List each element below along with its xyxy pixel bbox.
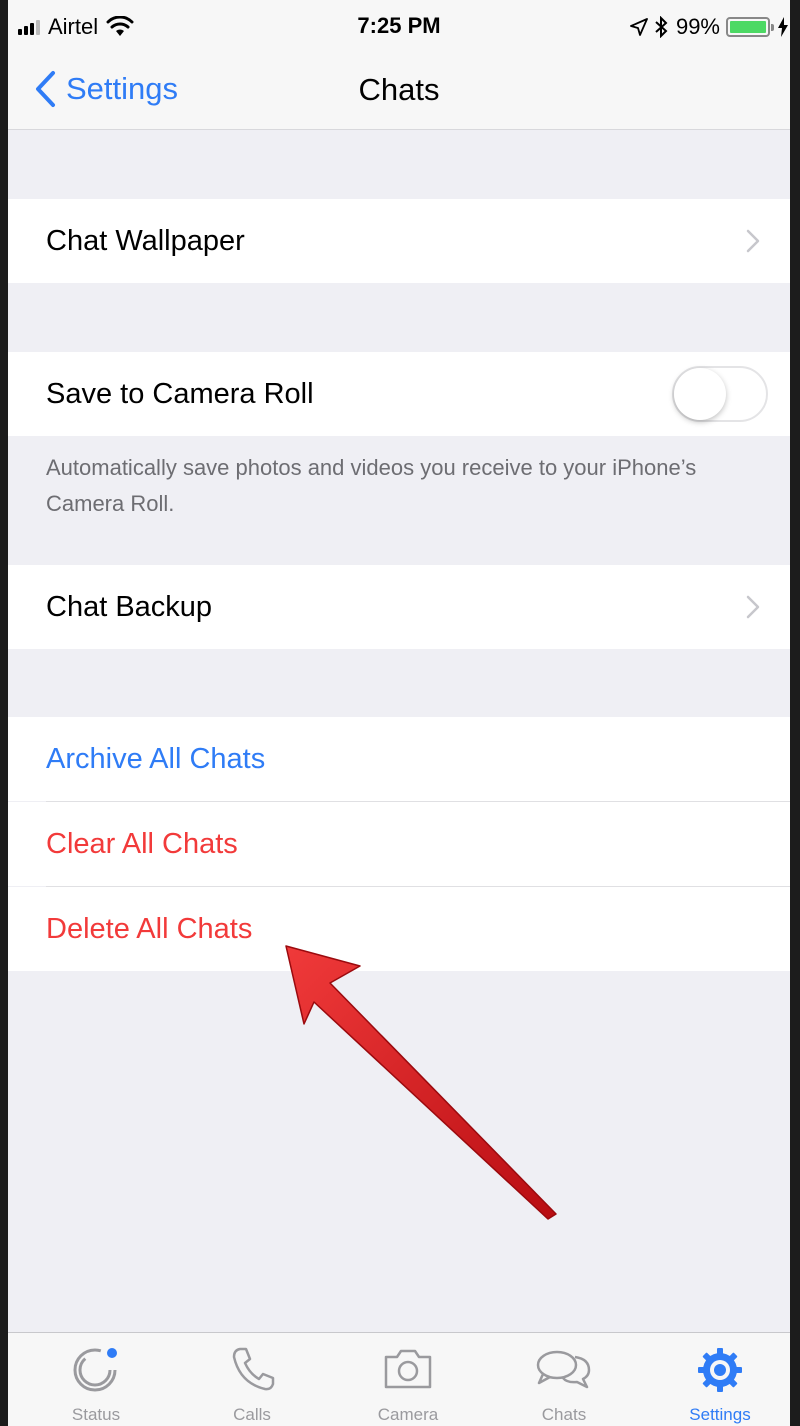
gear-icon <box>698 1348 742 1392</box>
location-arrow-icon <box>630 18 648 36</box>
tab-status-label: Status <box>71 1405 121 1424</box>
navigation-bar: Settings Chats <box>8 52 790 130</box>
tab-chats-label: Chats <box>541 1405 587 1424</box>
save-to-camera-roll-label: Save to Camera Roll <box>46 377 314 410</box>
chat-wallpaper-label: Chat Wallpaper <box>46 224 245 257</box>
chevron-right-icon <box>746 229 760 253</box>
delete-all-chats-button[interactable]: Delete All Chats <box>8 887 790 971</box>
tab-bar: Status Calls Camera Chats Settings <box>8 1332 790 1426</box>
archive-all-chats-label: Archive All Chats <box>46 742 266 775</box>
page-title: Chats <box>358 72 440 107</box>
bluetooth-icon <box>655 16 668 38</box>
camera-icon <box>384 1349 432 1389</box>
charging-bolt-icon <box>778 17 788 37</box>
chevron-right-icon <box>746 595 760 619</box>
camera-roll-description: Automatically save photos and videos you… <box>46 455 697 516</box>
phone-frame: Airtel 7:25 PM 99% Settings Chats Chat W… <box>0 0 800 1426</box>
clear-all-chats-label: Clear All Chats <box>46 827 238 860</box>
tab-status[interactable]: Status <box>18 1333 174 1426</box>
tab-camera-label: Camera <box>377 1405 439 1424</box>
clear-all-chats-button[interactable]: Clear All Chats <box>8 802 790 886</box>
archive-all-chats-button[interactable]: Archive All Chats <box>8 717 790 801</box>
tab-chats[interactable]: Chats <box>486 1333 642 1426</box>
chat-wallpaper-row[interactable]: Chat Wallpaper <box>8 199 790 283</box>
tab-calls[interactable]: Calls <box>174 1333 330 1426</box>
save-to-camera-roll-row: Save to Camera Roll <box>8 352 790 436</box>
tab-settings-label: Settings <box>689 1405 751 1424</box>
tab-settings[interactable]: Settings <box>642 1333 790 1426</box>
battery-icon <box>726 17 774 37</box>
tab-camera[interactable]: Camera <box>330 1333 486 1426</box>
toggle-knob <box>674 368 726 420</box>
chat-backup-label: Chat Backup <box>46 590 213 623</box>
delete-all-chats-label: Delete All Chats <box>46 912 253 945</box>
chat-bubbles-icon <box>536 1350 591 1389</box>
chat-backup-row[interactable]: Chat Backup <box>8 565 790 649</box>
phone-icon <box>232 1347 275 1391</box>
save-to-camera-roll-toggle[interactable] <box>672 366 768 422</box>
status-bar: Airtel 7:25 PM 99% <box>8 0 790 52</box>
tab-calls-label: Calls <box>233 1405 271 1424</box>
status-icon <box>73 1348 117 1392</box>
battery-percent: 99% <box>675 14 720 39</box>
